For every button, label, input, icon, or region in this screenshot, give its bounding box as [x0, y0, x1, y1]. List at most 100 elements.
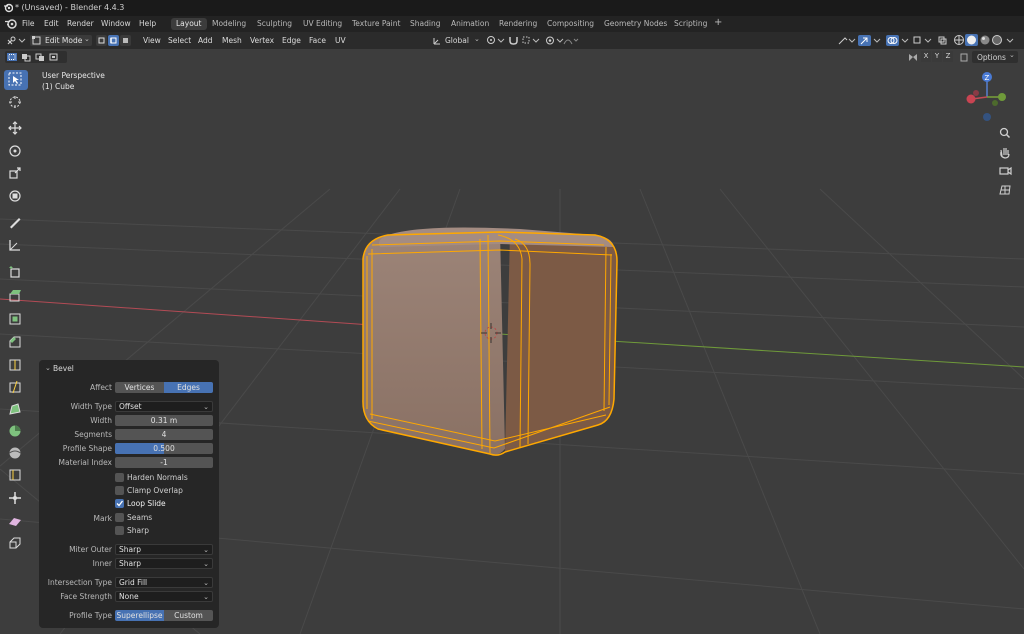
ortho-grid-icon[interactable] [997, 182, 1013, 198]
collapse-chevron-icon[interactable]: ⌄ [45, 364, 51, 372]
tool-cursor[interactable] [4, 93, 28, 113]
harden-normals-checkbox[interactable] [115, 473, 124, 482]
tool-shear[interactable] [4, 512, 28, 532]
tool-move[interactable] [4, 119, 28, 139]
mesh-edit-overlays-icon[interactable] [912, 35, 934, 46]
segments-field[interactable]: 4 [115, 429, 213, 440]
tool-inset[interactable] [4, 310, 28, 330]
zoom-icon[interactable] [997, 125, 1013, 141]
tab-texture-paint[interactable]: Texture Paint [347, 18, 405, 30]
tool-poly-build[interactable] [4, 400, 28, 420]
header-menu-vertex[interactable]: Vertex [250, 36, 274, 45]
tab-animation[interactable]: Animation [446, 18, 494, 30]
miter-outer-dropdown[interactable]: Sharp ⌄ [115, 544, 213, 555]
tab-rendering[interactable]: Rendering [494, 18, 542, 30]
material-preview-icon[interactable] [979, 34, 991, 46]
inner-miter-dropdown[interactable]: Sharp ⌄ [115, 558, 213, 569]
tab-shading[interactable]: Shading [405, 18, 445, 30]
tab-uv-editing[interactable]: UV Editing [298, 18, 347, 30]
tool-rotate[interactable] [4, 142, 28, 162]
bevel-operator-panel[interactable]: ⌄ Bevel Affect Vertices Edges Width Type… [39, 360, 219, 628]
tool-spin[interactable] [4, 422, 28, 442]
width-type-dropdown[interactable]: Offset ⌄ [115, 401, 213, 412]
menu-edit[interactable]: Edit [44, 19, 59, 28]
tool-annotate[interactable] [4, 213, 28, 233]
pan-hand-icon[interactable] [997, 144, 1013, 160]
affect-edges-button[interactable]: Edges [164, 382, 213, 393]
tool-shrink-fatten[interactable] [4, 489, 28, 509]
profile-type-custom-button[interactable]: Custom [164, 610, 213, 621]
vertex-select-button[interactable] [96, 35, 107, 46]
tool-measure[interactable] [4, 236, 28, 256]
affect-vertices-button[interactable]: Vertices [115, 382, 164, 393]
mirror-z-toggle[interactable]: Z [943, 51, 953, 62]
material-index-field[interactable]: -1 [115, 457, 213, 468]
header-menu-mesh[interactable]: Mesh [222, 36, 242, 45]
mirror-y-toggle[interactable]: Y [932, 51, 942, 62]
options-dropdown[interactable]: Options ⌄ [972, 51, 1018, 63]
rendered-shading-icon[interactable] [991, 34, 1003, 46]
face-strength-dropdown[interactable]: None ⌄ [115, 591, 213, 602]
chevron-down-icon[interactable] [1005, 35, 1015, 46]
tab-scripting[interactable]: Scripting [669, 18, 712, 30]
falloff-curve-icon[interactable] [563, 35, 579, 46]
select-subtract-icon[interactable] [34, 52, 46, 62]
menu-window[interactable]: Window [101, 19, 131, 28]
loop-slide-checkbox[interactable] [115, 499, 124, 508]
tab-geometry-nodes[interactable]: Geometry Nodes [599, 18, 672, 30]
proportional-edit-icon[interactable] [545, 35, 565, 46]
tab-layout[interactable]: Layout [171, 18, 207, 30]
mark-sharp-checkbox[interactable] [115, 526, 124, 535]
header-menu-add[interactable]: Add [198, 36, 213, 45]
solid-shading-button[interactable] [965, 34, 978, 46]
wireframe-shading-icon[interactable] [953, 34, 965, 46]
face-select-button[interactable] [120, 35, 131, 46]
menu-file[interactable]: File [22, 19, 35, 28]
editor-type-icon[interactable] [6, 35, 26, 46]
show-gizmo-button[interactable] [858, 35, 871, 46]
mark-seams-checkbox[interactable] [115, 513, 124, 522]
profile-shape-slider[interactable]: 0.500 [115, 443, 213, 454]
header-menu-view[interactable]: View [143, 36, 161, 45]
pin-icon[interactable] [958, 52, 970, 63]
select-invert-icon[interactable] [48, 52, 60, 62]
header-menu-uv[interactable]: UV [335, 36, 346, 45]
header-menu-select[interactable]: Select [168, 36, 191, 45]
chevron-down-icon[interactable] [872, 35, 882, 46]
tool-transform[interactable] [4, 187, 28, 207]
intersection-type-dropdown[interactable]: Grid Fill ⌄ [115, 577, 213, 588]
select-extend-icon[interactable] [20, 52, 32, 62]
tool-rip-region[interactable] [4, 534, 28, 554]
width-field[interactable]: 0.31 m [115, 415, 213, 426]
tool-scale[interactable] [4, 164, 28, 184]
pivot-point-icon[interactable] [486, 35, 506, 46]
visibility-selectability-icon[interactable] [837, 35, 857, 46]
menu-help[interactable]: Help [139, 19, 156, 28]
tool-knife[interactable] [4, 378, 28, 398]
tool-smooth[interactable] [4, 444, 28, 464]
snap-magnet-icon[interactable] [508, 35, 519, 46]
beveled-cube-mesh[interactable] [362, 227, 618, 456]
edge-select-button[interactable] [108, 35, 119, 46]
clamp-overlap-checkbox[interactable] [115, 486, 124, 495]
chevron-down-icon[interactable] [900, 35, 910, 46]
camera-view-icon[interactable] [997, 163, 1013, 179]
tab-compositing[interactable]: Compositing [542, 18, 599, 30]
blender-menu-icon[interactable] [4, 18, 18, 30]
profile-type-superellipse-button[interactable]: Superellipse [115, 610, 164, 621]
tool-bevel[interactable] [4, 333, 28, 353]
tool-add-cube[interactable] [4, 262, 28, 282]
navigation-gizmo[interactable]: Z [962, 67, 1014, 123]
tool-extrude[interactable] [4, 286, 28, 306]
tool-edge-slide[interactable] [4, 466, 28, 486]
mode-dropdown[interactable]: Edit Mode ⌄ [30, 35, 92, 46]
xray-toggle-icon[interactable] [937, 35, 949, 46]
transform-orientation-dropdown[interactable]: Global ⌄ [432, 35, 482, 46]
show-overlays-button[interactable] [886, 35, 899, 46]
add-workspace-button[interactable]: + [709, 17, 727, 29]
header-menu-edge[interactable]: Edge [282, 36, 301, 45]
select-new-icon[interactable] [6, 52, 18, 62]
snap-target-icon[interactable] [521, 35, 541, 46]
tab-sculpting[interactable]: Sculpting [252, 18, 297, 30]
mirror-x-toggle[interactable]: X [921, 51, 931, 62]
